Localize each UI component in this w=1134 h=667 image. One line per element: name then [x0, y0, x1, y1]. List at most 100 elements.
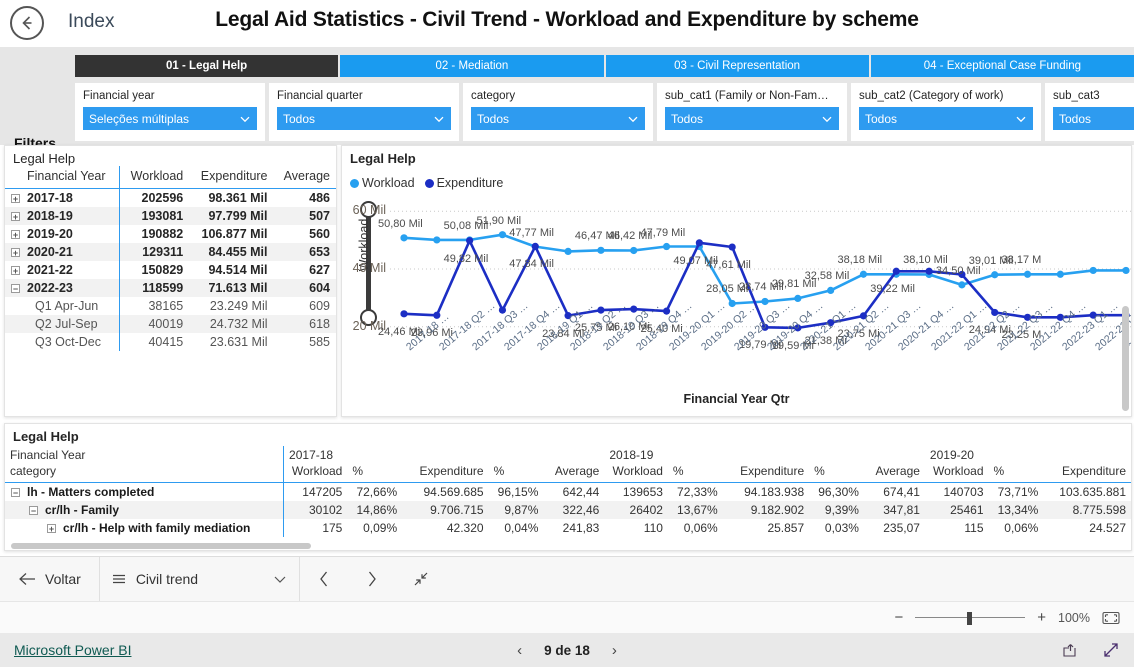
- data-cell: 103.635.881: [1059, 485, 1126, 499]
- slicer-dropdown-sub-cat3[interactable]: Todos: [1053, 107, 1134, 130]
- cell-workload: 129311: [119, 243, 190, 261]
- fit-to-page-button[interactable]: [396, 557, 446, 601]
- measure-header-workload: Workload: [924, 462, 989, 483]
- chevron-down-icon: [240, 116, 250, 122]
- data-cell: 347,81: [863, 501, 925, 519]
- zoom-slider[interactable]: [915, 611, 1026, 625]
- zoom-slider-thumb[interactable]: [967, 611, 973, 625]
- share-icon[interactable]: [1062, 642, 1080, 658]
- year-group-header: 2018-19: [609, 448, 654, 462]
- table-row[interactable]: −2022-23 118599 71.613 Mil 604: [5, 279, 336, 297]
- cell-workload: 190882: [119, 225, 190, 243]
- expand-icon[interactable]: +: [11, 194, 20, 204]
- y-tick-label: 60 Mil: [352, 203, 386, 218]
- previous-page-button[interactable]: [300, 557, 348, 601]
- cell-expenditure: 94.514 Mil: [208, 263, 268, 277]
- chevron-right-icon: [368, 571, 376, 587]
- slicer-dropdown-sub-cat2[interactable]: Todos: [859, 107, 1033, 130]
- data-point: [925, 267, 933, 275]
- table-row[interactable]: + cr/lh - Help with family mediation 175 0,…: [5, 519, 1131, 537]
- tab-03-civil-representation[interactable]: 03 - Civil Representation: [605, 55, 869, 77]
- data-cell: 322,46: [543, 501, 605, 519]
- zoom-out-button[interactable]: −: [894, 609, 903, 626]
- data-point: [1056, 270, 1064, 278]
- slicer-dropdown-financial-year[interactable]: Seleções múltiplas: [83, 107, 257, 130]
- data-cell: 96,30%: [818, 485, 859, 499]
- chart-vertical-scrollbar[interactable]: [1122, 306, 1129, 411]
- legend-item-workload[interactable]: Workload: [350, 176, 415, 190]
- bottom-matrix-horizontal-scrollbar[interactable]: [11, 543, 311, 549]
- table-row[interactable]: Q2 Jul-Sep 40019 24.732 Mil 618: [5, 315, 336, 333]
- footer-actions: [1062, 642, 1120, 658]
- table-row[interactable]: +2019-20 190882 106.877 Mil 560: [5, 225, 336, 243]
- app-header: Index Legal Aid Statistics - Civil Trend…: [0, 0, 1134, 47]
- slicer-dropdown-sub-cat1[interactable]: Todos: [665, 107, 839, 130]
- cell-expenditure: 23.249 Mil: [209, 299, 268, 313]
- report-bottom-bar: Voltar Civil trend: [0, 556, 1134, 601]
- zoom-level-label: 100%: [1058, 610, 1090, 625]
- chart-title: Legal Help: [350, 151, 416, 166]
- data-point: [859, 270, 868, 278]
- expand-icon[interactable]: [1102, 642, 1120, 658]
- table-row[interactable]: +2020-21 129311 84.455 Mil 653: [5, 243, 336, 261]
- collapse-icon[interactable]: −: [11, 284, 20, 294]
- legend-label-expenditure: Expenditure: [436, 176, 504, 190]
- expand-icon[interactable]: +: [11, 266, 20, 276]
- data-label: 47,84 Mil: [509, 258, 554, 271]
- row-label: lh - Matters completed: [27, 485, 155, 499]
- slicer-sub-cat3: sub_cat3 Todos: [1045, 83, 1134, 141]
- table-row[interactable]: − cr/lh - Family 30102 14,86% 9.706.715 9,87%…: [5, 501, 1131, 519]
- data-point: [991, 271, 999, 279]
- cell-workload: 202596: [119, 188, 190, 207]
- table-row[interactable]: Q3 Oct-Dec 40415 23.631 Mil 585: [5, 333, 336, 351]
- pager-next-button[interactable]: ›: [612, 642, 617, 659]
- data-point: [466, 237, 474, 245]
- slicer-value-financial-year: Seleções múltiplas: [89, 111, 190, 126]
- expand-icon[interactable]: +: [11, 230, 20, 240]
- tab-02-mediation[interactable]: 02 - Mediation: [340, 55, 604, 77]
- cell-workload: 150829: [119, 261, 190, 279]
- x-tick-labels: 2017-18 … 2017-18 Q2 … 2017-18 Q3 … 2017-18…: [386, 300, 1131, 392]
- data-cell: 0,09%: [363, 521, 398, 535]
- cell-average: 604: [273, 279, 336, 297]
- bottom-header-year-row: Financial Year 2017-18 2018-19 2019-20: [5, 446, 1131, 462]
- table-row[interactable]: − lh - Matters completed 147205 72,66% 94.56…: [5, 482, 1131, 501]
- expand-icon[interactable]: +: [11, 212, 20, 222]
- table-row[interactable]: Q1 Apr-Jun 38165 23.249 Mil 609: [5, 297, 336, 315]
- report-pager: ‹ 9 de 18 ›: [0, 642, 1134, 659]
- data-cell: 72,33%: [677, 485, 718, 499]
- zoom-in-button[interactable]: +: [1037, 609, 1046, 626]
- data-cell: 0,06%: [1004, 521, 1039, 535]
- row-label: 2017-18: [27, 191, 73, 205]
- chevron-down-icon: [1016, 116, 1026, 122]
- cell-average: 618: [273, 315, 336, 333]
- row-header-category: category: [5, 462, 284, 483]
- data-cell: 674,41: [883, 485, 920, 499]
- expand-icon[interactable]: +: [11, 248, 20, 258]
- collapse-icon[interactable]: −: [11, 488, 20, 498]
- data-cell: 8.775.598: [1043, 501, 1131, 519]
- table-row[interactable]: +2017-18 202596 98.361 Mil 486: [5, 188, 336, 207]
- fullscreen-icon[interactable]: [1102, 611, 1120, 625]
- report-footer: Microsoft Power BI ‹ 9 de 18 ›: [0, 633, 1134, 667]
- next-page-button[interactable]: [348, 557, 396, 601]
- row-label-cell: + cr/lh - Help with family mediation: [5, 519, 284, 537]
- expand-icon[interactable]: +: [47, 524, 56, 534]
- slicer-dropdown-category[interactable]: Todos: [471, 107, 645, 130]
- slicer-dropdown-financial-quarter[interactable]: Todos: [277, 107, 451, 130]
- legend-item-expenditure[interactable]: Expenditure: [424, 176, 504, 190]
- cell-expenditure: 24.732 Mil: [189, 315, 274, 333]
- slicer-row: Financial year Seleções múltiplas Financ…: [75, 83, 1134, 141]
- back-button[interactable]: Voltar: [0, 557, 100, 601]
- cell-expenditure: 97.799 Mil: [189, 207, 274, 225]
- table-row[interactable]: +2021-22 150829 94.514 Mil 627: [5, 261, 336, 279]
- tab-01-legal-help[interactable]: 01 - Legal Help: [75, 55, 339, 77]
- tab-04-exceptional-case-funding[interactable]: 04 - Exceptional Case Funding: [870, 55, 1134, 77]
- page-list-icon: [112, 574, 125, 584]
- measure-header-pct: %: [347, 462, 403, 483]
- pager-previous-button[interactable]: ‹: [517, 642, 522, 659]
- collapse-icon[interactable]: −: [29, 506, 38, 516]
- page-selector[interactable]: Civil trend: [100, 557, 300, 601]
- table-row[interactable]: +2018-19 193081 97.799 Mil 507: [5, 207, 336, 225]
- slicer-value-financial-quarter: Todos: [283, 111, 316, 126]
